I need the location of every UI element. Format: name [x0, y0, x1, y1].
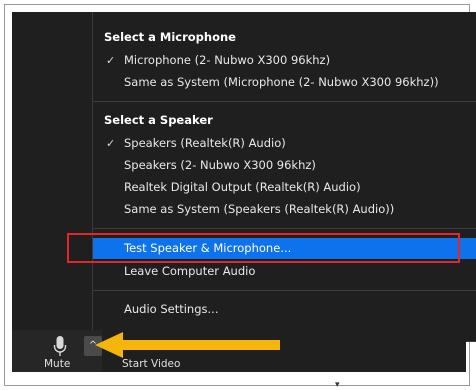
check-icon: ✓: [106, 137, 116, 150]
menu-item-speakers-same-as-system[interactable]: Same as System (Speakers (Realtek(R) Aud…: [93, 199, 471, 220]
menu-item-audio-settings[interactable]: Audio Settings...: [93, 299, 471, 320]
menu-divider: [93, 290, 476, 291]
speaker-header: Select a Speaker: [104, 113, 213, 127]
menu-item-microphone-same-as-system[interactable]: Same as System (Microphone (2- Nubwo X30…: [93, 72, 471, 93]
microphone-header: Select a Microphone: [104, 30, 236, 44]
menu-item-label: Realtek Digital Output (Realtek(R) Audio…: [124, 180, 361, 194]
menu-item-label: Same as System (Speakers (Realtek(R) Aud…: [124, 202, 395, 216]
menu-item-label: Same as System (Microphone (2- Nubwo X30…: [124, 75, 439, 89]
menu-item-label: Microphone (2- Nubwo X300 96khz): [124, 53, 331, 67]
menu-item-label: Leave Computer Audio: [124, 264, 256, 278]
arrow-left-icon: [95, 332, 280, 358]
menu-item-label: Speakers (Realtek(R) Audio): [124, 136, 286, 150]
menu-item-speakers-realtek[interactable]: ✓ Speakers (Realtek(R) Audio): [93, 133, 471, 154]
menu-item-label: Speakers (2- Nubwo X300 96khz): [124, 158, 316, 172]
menu-divider: [93, 228, 476, 229]
annotation-highlight-box: [67, 233, 460, 263]
menu-item-speakers-nubwo[interactable]: Speakers (2- Nubwo X300 96khz): [93, 155, 471, 176]
menu-divider: [93, 101, 476, 102]
menu-item-microphone-nubwo[interactable]: ✓ Microphone (2- Nubwo X300 96khz): [93, 50, 471, 71]
menu-item-leave-computer-audio[interactable]: Leave Computer Audio: [93, 261, 471, 282]
menu-item-label: Audio Settings...: [124, 302, 219, 316]
audio-menu: Select a Microphone ✓ Microphone (2- Nub…: [92, 12, 476, 342]
mute-label: Mute: [44, 358, 71, 370]
zoom-window: Select a Microphone ✓ Microphone (2- Nub…: [12, 12, 476, 372]
menu-item-realtek-digital-output[interactable]: Realtek Digital Output (Realtek(R) Audio…: [93, 177, 471, 198]
check-icon: ✓: [106, 54, 116, 67]
